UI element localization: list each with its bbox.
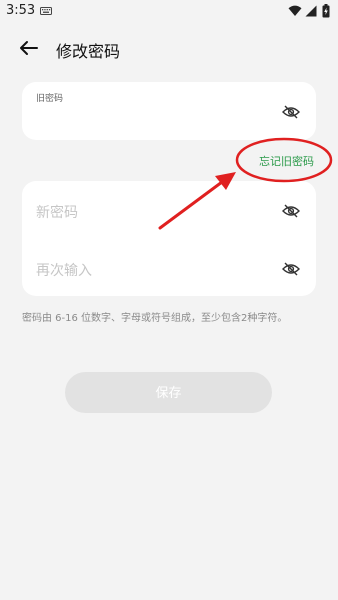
old-password-card: 旧密码 bbox=[22, 82, 316, 140]
repeat-password-input[interactable]: 再次输入 bbox=[36, 260, 92, 280]
eye-off-icon[interactable] bbox=[282, 262, 300, 276]
keyboard-icon bbox=[40, 7, 52, 15]
new-password-card: 新密码 再次输入 bbox=[22, 181, 316, 296]
app-header: 修改密码 bbox=[0, 30, 338, 66]
password-rule-hint: 密码由 6-16 位数字、字母或符号组成，至少包含2种字符。 bbox=[22, 313, 288, 324]
status-bar: 3:53 bbox=[0, 0, 338, 24]
signal-icon bbox=[305, 5, 317, 17]
wifi-icon bbox=[288, 5, 302, 16]
new-password-input[interactable]: 新密码 bbox=[36, 202, 78, 222]
eye-off-icon[interactable] bbox=[282, 204, 300, 218]
battery-charging-icon bbox=[322, 4, 330, 18]
forgot-old-password-link[interactable]: 忘记旧密码 bbox=[259, 153, 314, 169]
save-button[interactable]: 保存 bbox=[65, 372, 272, 413]
eye-off-icon[interactable] bbox=[282, 105, 300, 119]
status-time: 3:53 bbox=[6, 3, 36, 18]
back-arrow-icon[interactable] bbox=[16, 36, 40, 60]
old-password-label: 旧密码 bbox=[36, 94, 64, 104]
page-title: 修改密码 bbox=[56, 42, 121, 61]
